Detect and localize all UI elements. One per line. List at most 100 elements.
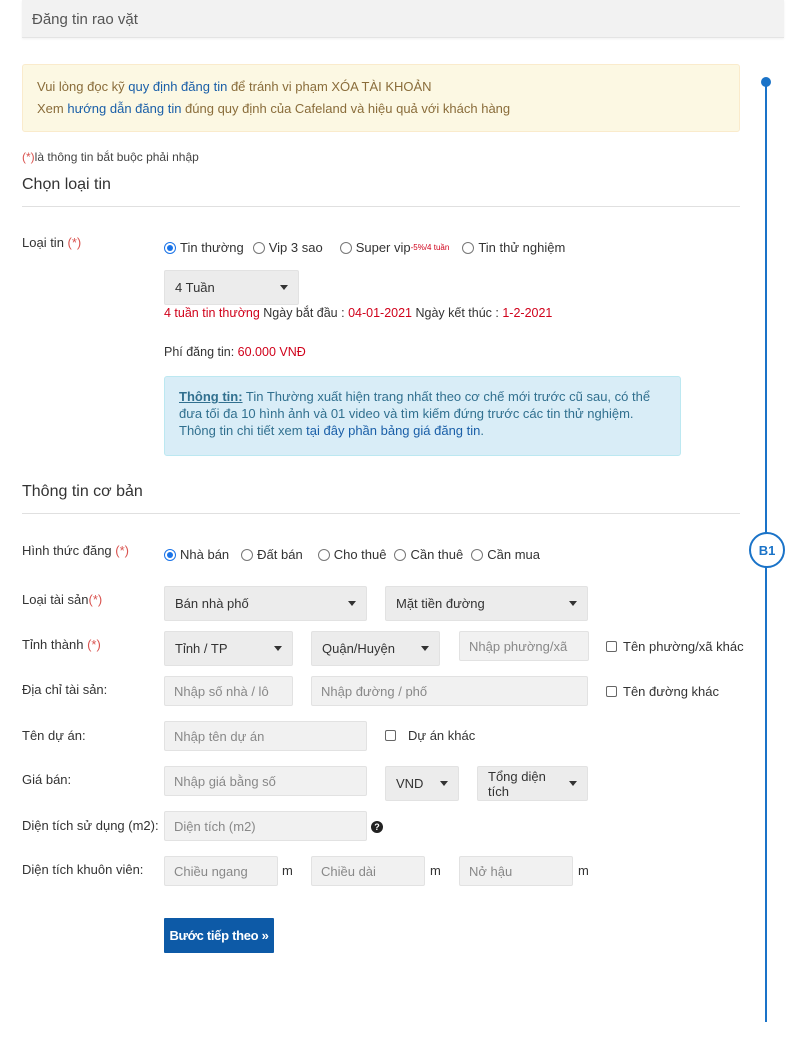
radio-indicator[interactable] [164,548,176,561]
select-value: 4 Tuần [175,280,215,295]
project-name-input[interactable]: Nhập tên dự án [164,721,367,751]
street-input[interactable]: Nhập đường / phố [311,676,588,706]
duration-summary: 4 tuần tin thường Ngày bắt đầu : 04-01-2… [164,306,552,320]
radio-label: Vip 3 sao [268,240,323,255]
ward-input[interactable]: Nhập phường/xã [459,631,589,661]
required-mark: (*) [22,150,35,164]
radio-can-mua[interactable]: Cần mua [471,547,540,562]
radio-can-thue[interactable]: Cần thuê [394,547,463,562]
caret-down-icon [421,646,429,651]
pricing-link[interactable]: tại đây phần bảng giá đăng tin [306,423,480,438]
discount-badge: -5%/4 tuần [410,243,450,252]
info-box: Thông tin: Tin Thường xuất hiện trang nh… [164,376,681,456]
other-ward-option[interactable]: Tên phường/xã khác [606,639,744,654]
notice-text: để tránh vi phạm XÓA TÀI KHOẢN [227,79,432,94]
gia-ban-label: Giá bán: [22,772,72,787]
other-project-option[interactable]: Dự án khác [385,728,475,743]
other-project-checkbox[interactable] [385,730,396,741]
khuon-vien-label: Diện tích khuôn viên: [22,862,144,877]
property-type-select[interactable]: Bán nhà phố [164,586,367,621]
other-street-option[interactable]: Tên đường khác [606,684,719,699]
info-text-end: . [480,423,484,438]
select-value: VND [396,776,424,791]
section-title-loai-tin: Chọn loại tin [22,176,111,193]
checkbox-label: Tên phường/xã khác [623,639,744,654]
length-input[interactable]: Chiều dài [311,856,425,886]
label-text: Tỉnh thành [22,637,84,652]
radio-tin-thu-nghiem[interactable]: Tin thử nghiệm [462,240,565,255]
fee-value: 60.000 VNĐ [237,345,306,359]
placeholder: Chiều ngang [174,863,248,879]
required-note: (*)là thông tin bắt buộc phải nhập [22,150,199,164]
radio-label: Tin thử nghiệm [478,240,566,255]
currency-select[interactable]: VND [385,766,459,801]
caret-down-icon [274,646,282,651]
hinh-thuc-options: Nhà bán Đất bán Cho thuê Cần thuê Cần mu… [164,547,549,562]
radio-vip-3-sao[interactable]: Vip 3 sao [252,240,323,255]
help-icon[interactable]: ? [371,821,383,833]
radio-label: Cần thuê [410,547,464,562]
caret-down-icon [569,781,577,786]
radio-label: Super vip [355,240,411,255]
guide-link[interactable]: hướng dẫn đăng tin [67,101,181,116]
dien-tich-label: Diện tích sử dụng (m2): [22,818,159,833]
next-step-button[interactable]: Bước tiếp theo » [164,918,274,953]
page-header: Đăng tin rao vặt [22,0,784,38]
house-number-input[interactable]: Nhập số nhà / lô [164,676,293,706]
caret-down-icon [440,781,448,786]
unit-label: m [578,863,589,878]
radio-indicator[interactable] [394,548,407,561]
loai-tai-san-label: Loại tài sản(*) [22,592,102,607]
area-input[interactable]: Diện tích (m2) [164,811,367,841]
radio-indicator[interactable] [164,241,176,254]
radio-tin-thuong[interactable]: Tin thường [164,240,244,255]
notice-text: Vui lòng đọc kỹ [37,79,129,94]
placeholder: Nhập tên dự án [174,728,265,744]
label-text: Loại tài sản [22,592,89,607]
section-title-thong-tin: Thông tin cơ bản [22,483,143,500]
radio-indicator[interactable] [252,241,265,254]
select-value: Tổng diện tích [488,768,546,799]
required-mark: (*) [87,637,101,652]
radio-indicator[interactable] [462,241,475,254]
radio-label: Đất bán [257,547,303,562]
warning-notice: Vui lòng đọc kỹ quy định đăng tin để trá… [22,64,740,132]
radio-label: Cần mua [487,547,540,562]
notice-text: đúng quy định của Cafeland và hiệu quả v… [181,101,511,116]
price-input[interactable]: Nhập giá bằng số [164,766,367,796]
end-date: 1-2-2021 [502,306,553,320]
radio-dat-ban[interactable]: Đất bán [241,547,303,562]
end-label: Ngày kết thúc : [412,306,503,320]
rules-link[interactable]: quy định đăng tin [128,79,227,94]
select-value: Quận/Huyện [322,641,395,656]
unit-label: m [430,863,441,878]
duration-select[interactable]: 4 Tuần [164,270,299,305]
required-mark: (*) [88,592,103,607]
district-select[interactable]: Quận/Huyện [311,631,440,666]
radio-cho-thue[interactable]: Cho thuê [317,547,386,562]
frontage-select[interactable]: Mặt tiền đường [385,586,588,621]
caret-down-icon [280,285,288,290]
info-title: Thông tin: [179,389,243,404]
province-select[interactable]: Tỉnh / TP [164,631,293,666]
placeholder: Chiều dài [321,863,376,879]
radio-indicator[interactable] [471,548,484,561]
radio-indicator[interactable] [339,241,352,254]
hinh-thuc-label: Hình thức đăng (*) [22,543,129,558]
select-value: Mặt tiền đường [396,596,485,611]
select-value: Tỉnh / TP [175,641,228,656]
radio-label: Nhà bán [180,547,230,562]
price-unit-select[interactable]: Tổng diện tích [477,766,588,801]
start-label: Ngày bắt đầu : [259,306,349,320]
radio-indicator[interactable] [317,548,330,561]
checkbox-label: Dự án khác [408,728,476,743]
radio-nha-ban[interactable]: Nhà bán [164,547,229,562]
radio-super-vip[interactable]: Super vip -5%/4 tuần [339,240,450,255]
back-width-input[interactable]: Nở hậu [459,856,573,886]
radio-indicator[interactable] [241,548,254,561]
width-input[interactable]: Chiều ngang [164,856,278,886]
placeholder: Nở hậu [469,863,513,879]
other-ward-checkbox[interactable] [606,641,617,652]
other-street-checkbox[interactable] [606,686,617,697]
fee-label: Phí đăng tin: [164,345,238,359]
